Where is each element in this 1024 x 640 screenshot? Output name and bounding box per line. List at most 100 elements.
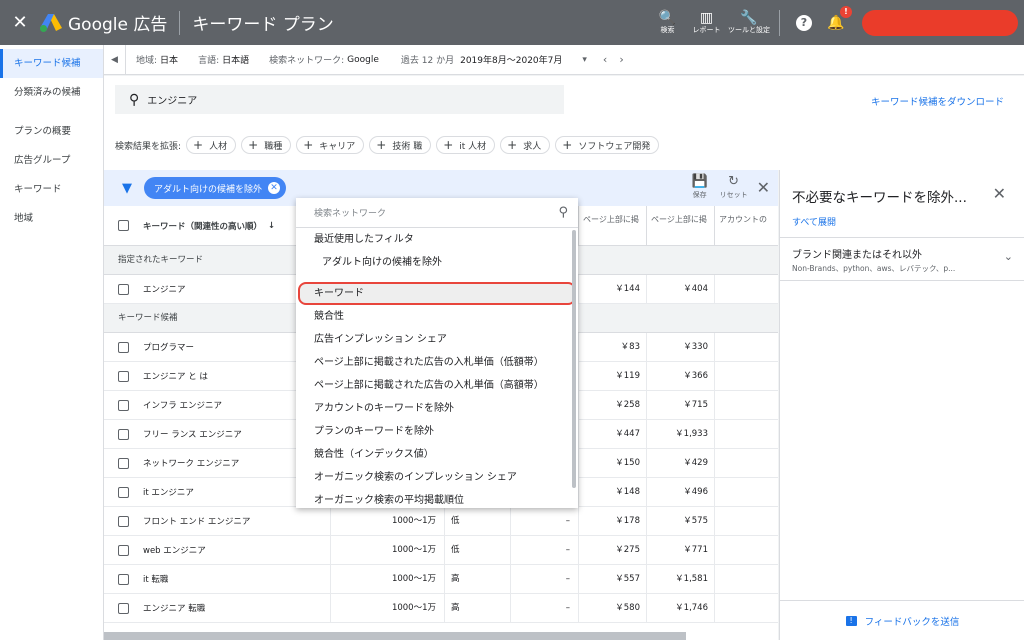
row-checkbox[interactable] [118,544,129,556]
chevron-down-icon[interactable]: ⌄ [1004,250,1013,263]
row-checkbox[interactable] [118,428,129,440]
sidebar-item-keywords[interactable]: キーワード [0,175,103,204]
collapse-nav-icon[interactable]: ◀ [104,44,126,75]
refine-group-brand[interactable]: ブランド関連またはそれ以外 Non-Brands、python、aws、レバテッ… [780,237,1024,281]
top-bid-low-header[interactable]: ページ上部に掲 [578,206,646,245]
period-value[interactable]: 2019年8月～2020年7月 [460,53,562,66]
top-bid-low-cell: ￥258 [578,390,646,420]
feedback-label: フィードバックを送信 [864,616,960,628]
sidebar-item-ad-groups[interactable]: 広告グループ [0,146,103,175]
expand-chip[interactable]: + it 人材 [436,136,496,154]
sidebar-item-plan-overview[interactable]: プランの概要 [0,117,103,146]
account-cell [714,419,778,449]
horizontal-scrollbar[interactable] [104,632,686,640]
expand-chip[interactable]: + 人材 [186,136,237,154]
top-bid-high-cell: ￥1,933 [646,419,714,449]
plus-icon: + [443,138,454,152]
filter-option[interactable]: ページ上部に掲載された広告の入札単価（低額帯） [296,351,578,374]
expand-chip[interactable]: + キャリア [296,136,365,154]
expand-all-link[interactable]: すべて展開 [792,215,836,228]
download-ideas-link[interactable]: キーワード候補をダウンロード [871,94,1004,108]
filter-dropdown: 検索ネットワーク ⚲ 最近使用したフィルタ アダルト向けの候補を除外 キーワード… [296,198,578,508]
chip-label: 求人 [523,141,542,152]
help-icon-glyph: ? [796,14,812,31]
select-all-checkbox[interactable] [118,220,129,231]
sidebar-item-grouped-ideas[interactable]: 分類済みの候補 [0,78,103,107]
top-bid-high-cell: ￥404 [646,274,714,304]
search-volume-cell: 1000～1万 [330,535,444,565]
filter-option[interactable]: 広告インプレッション シェア [296,328,578,351]
account-cell [714,332,778,362]
filter-option[interactable]: オーガニック検索のインプレッション シェア [296,466,578,489]
report-tool-label: レポート [692,26,721,34]
top-bid-high-header[interactable]: ページ上部に掲 [646,206,714,245]
row-checkbox[interactable] [118,602,129,614]
help-icon[interactable]: ? [794,13,814,33]
close-icon[interactable]: ✕ [993,184,1006,203]
save-filter-button[interactable]: 💾 保存 [683,174,717,200]
search-volume-cell: 1000～1万 [330,506,444,536]
recent-filter-item[interactable]: アダルト向けの候補を除外 [296,251,578,274]
active-filter-pill[interactable]: アダルト向けの候補を除外 ✕ [144,177,287,199]
divider [179,10,181,35]
filter-search-input[interactable]: 検索ネットワーク ⚲ [296,198,578,228]
previous-period-icon[interactable]: ‹ [603,53,607,66]
reset-filter-button[interactable]: ↻ リセット [717,174,751,200]
page-title: キーワード プラン [192,15,334,35]
expand-chip[interactable]: + ソフトウェア開発 [555,136,660,154]
row-checkbox[interactable] [118,573,129,585]
account-button[interactable] [862,9,1018,36]
account-cell [714,274,778,304]
close-icon[interactable]: ✕ [0,12,40,33]
google-ads-logo[interactable]: Google 広告 [40,10,167,35]
keyword-text: it エンジニア [143,488,194,498]
network-value[interactable]: Google [347,55,379,65]
account-header[interactable]: アカウントの [714,206,778,245]
notification-button[interactable]: 🔔 ! [826,5,852,33]
row-checkbox[interactable] [118,457,129,469]
row-checkbox[interactable] [118,486,129,498]
row-checkbox[interactable] [118,399,129,411]
row-checkbox[interactable] [118,370,129,382]
language-value[interactable]: 日本語 [222,53,249,66]
filter-option[interactable]: 競合性 [296,305,578,328]
filter-option[interactable]: オーガニック検索の平均掲載順位 [296,489,578,508]
account-cell [714,390,778,420]
filter-option[interactable]: プランのキーワードを除外 [296,420,578,443]
filter-icon[interactable]: ▼ [122,181,132,196]
expand-chip[interactable]: + 職種 [241,136,292,154]
close-icon[interactable]: ✕ [757,178,770,197]
keyword-column-label: キーワード（関連性の高い順） [143,221,263,232]
next-period-icon[interactable]: › [619,53,623,66]
location-value[interactable]: 日本 [160,53,178,66]
dropdown-caret-icon[interactable]: ▾ [582,55,587,65]
plus-icon: + [303,138,314,152]
row-checkbox[interactable] [118,515,129,527]
keyword-search-input[interactable]: ⚲ エンジニア [115,85,564,114]
sidebar-item-locations[interactable]: 地域 [0,204,103,233]
filter-option-keyword-highlighted[interactable]: キーワード [298,282,576,305]
table-row[interactable]: it 転職 1000～1万高 – ￥557 ￥1,581 [104,564,778,594]
report-tool-button[interactable]: ▥ レポート [688,10,725,35]
expand-chip[interactable]: + 求人 [500,136,551,154]
row-checkbox[interactable] [118,341,129,353]
account-cell [714,564,778,594]
table-row[interactable]: エンジニア 転職 1000～1万高 – ￥580 ￥1,746 [104,593,778,623]
row-checkbox[interactable] [118,283,129,295]
search-tool-button[interactable]: 🔍 検索 [649,10,686,35]
account-cell [714,477,778,507]
filter-option[interactable]: アカウントのキーワードを除外 [296,397,578,420]
expand-chip[interactable]: + 技術 職 [369,136,432,154]
dropdown-scrollbar[interactable] [572,230,576,488]
tools-settings-button[interactable]: 🔧 ツールと設定 [727,10,771,35]
filter-option[interactable]: ページ上部に掲載された広告の入札単価（高額帯） [296,374,578,397]
table-row[interactable]: web エンジニア 1000～1万低 – ￥275 ￥771 [104,535,778,565]
table-row[interactable]: フロント エンド エンジニア 1000～1万低 – ￥178 ￥575 [104,506,778,536]
reset-label: リセット [719,191,748,199]
top-bid-high-cell: ￥429 [646,448,714,478]
remove-filter-icon[interactable]: ✕ [268,182,281,194]
sidebar-item-keyword-ideas[interactable]: キーワード候補 [0,49,103,78]
filter-option[interactable]: 競合性（インデックス値） [296,443,578,466]
top-bid-high-cell: ￥771 [646,535,714,565]
send-feedback-button[interactable]: ! フィードバックを送信 [780,600,1024,640]
